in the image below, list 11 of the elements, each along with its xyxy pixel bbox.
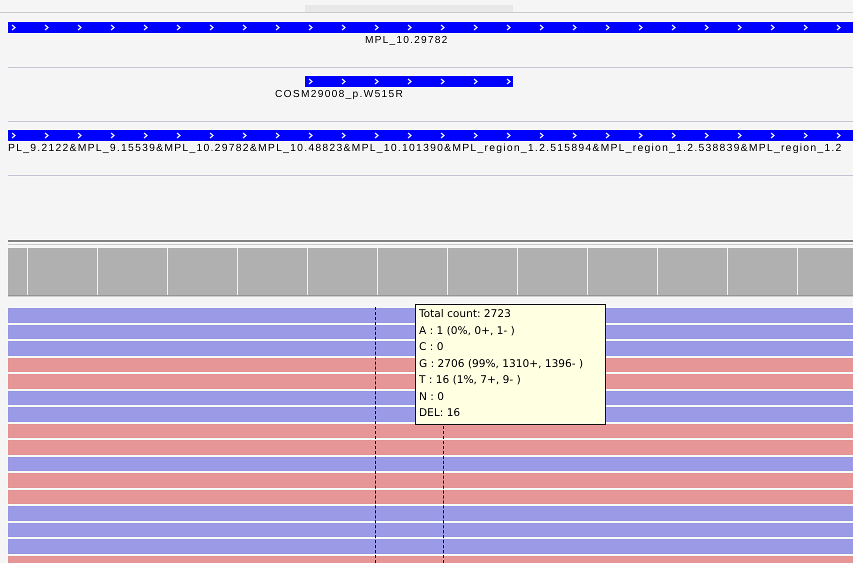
tooltip-text: N : 0 — [419, 390, 445, 404]
tooltip-text: G : 2706 (99%, 1310+, 1396- ) — [419, 356, 584, 372]
tooltip-text: T : 16 (1%, 7+, 9- ) — [419, 373, 522, 388]
feature-label: COSM29008_p.W515R — [275, 88, 404, 102]
tooltip-text: A : 1 (0%, 0+, 1- ) — [419, 324, 516, 338]
tooltip-text: C : 0 — [419, 340, 444, 355]
scrollbar-thumb[interactable] — [305, 5, 513, 12]
tooltip-text: Total count: 2723 — [419, 307, 512, 322]
tooltip-text: DEL: 16 — [419, 406, 462, 421]
feature-label: MPL_10.29782 — [365, 34, 449, 48]
feature-label: PL_9.2122&MPL_9.15539&MPL_10.29782&MPL_10.48823&MPL_10.101390&MPL_region_1.2.515894&MPL_region_1.2.538839&MPL_region_1.2 — [8, 142, 843, 156]
